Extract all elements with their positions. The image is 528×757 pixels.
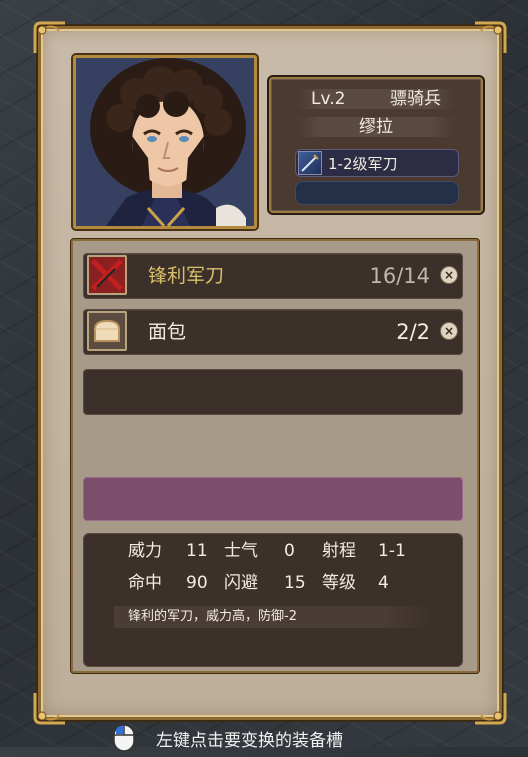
level-class-row: Lv.2 骠骑兵	[297, 89, 455, 109]
unit-equipment-panel: Lv.2 骠骑兵 缪拉 1-2级军刀 锋利军刀 16/14 × 面包 2/2 ×…	[33, 21, 507, 725]
stat-label: 闪避	[224, 573, 258, 593]
stat-value: 1-1	[378, 541, 406, 561]
inventory-frame: 锋利军刀 16/14 × 面包 2/2 × 威力 11 士气 0 射程 1-1	[71, 239, 479, 673]
stat-label: 命中	[128, 573, 162, 593]
stat-value: 11	[186, 541, 208, 561]
stats-row-2: 命中 90 闪避 15 等级 4	[128, 570, 418, 596]
remove-item-icon[interactable]: ×	[440, 322, 458, 340]
unit-portrait	[73, 55, 257, 229]
stat-label: 射程	[322, 541, 356, 561]
corner-ornament-icon	[33, 21, 67, 55]
stat-label: 威力	[128, 541, 162, 561]
unit-name: 缪拉	[297, 117, 455, 137]
corner-ornament-icon	[473, 691, 507, 725]
stat-label: 等级	[322, 573, 356, 593]
item-name: 面包	[148, 321, 187, 343]
crossed-sword-icon	[87, 255, 127, 295]
character-portrait-icon	[76, 58, 254, 226]
item-stats-box: 威力 11 士气 0 射程 1-1 命中 90 闪避 15 等级 4 锋利的军刀…	[83, 533, 463, 667]
control-hint: 左键点击要变换的装备槽	[112, 723, 412, 753]
bread-icon	[87, 311, 127, 351]
inventory-slot-selected[interactable]	[83, 477, 463, 521]
stat-value: 0	[284, 541, 295, 561]
stat-label: 士气	[224, 541, 258, 561]
stat-value: 90	[186, 573, 208, 593]
stat-value: 15	[284, 573, 306, 593]
item-count: 2/2	[396, 320, 430, 344]
inventory-slot-2[interactable]: 面包 2/2 ×	[83, 309, 463, 355]
remove-item-icon[interactable]: ×	[440, 266, 458, 284]
inventory-slot-1[interactable]: 锋利军刀 16/14 ×	[83, 253, 463, 299]
corner-ornament-icon	[473, 21, 507, 55]
empty-equipment-slot[interactable]	[295, 181, 459, 205]
inventory-slot-3[interactable]	[83, 369, 463, 415]
mouse-left-click-icon	[112, 723, 136, 753]
sabre-icon	[298, 151, 322, 175]
unit-level: Lv.2	[311, 89, 346, 109]
stat-value: 4	[378, 573, 389, 593]
corner-ornament-icon	[33, 691, 67, 725]
unit-class: 骠骑兵	[390, 89, 441, 109]
item-name: 锋利军刀	[148, 265, 225, 287]
unit-info-box: Lv.2 骠骑兵 缪拉 1-2级军刀	[269, 77, 483, 213]
item-description: 锋利的军刀，威力高，防御-2	[114, 606, 432, 628]
equipped-weapon-label: 1-2级军刀	[328, 154, 398, 173]
item-count: 16/14	[369, 264, 430, 288]
equipped-weapon-slot[interactable]: 1-2级军刀	[295, 149, 459, 177]
stats-row-1: 威力 11 士气 0 射程 1-1	[128, 538, 418, 564]
